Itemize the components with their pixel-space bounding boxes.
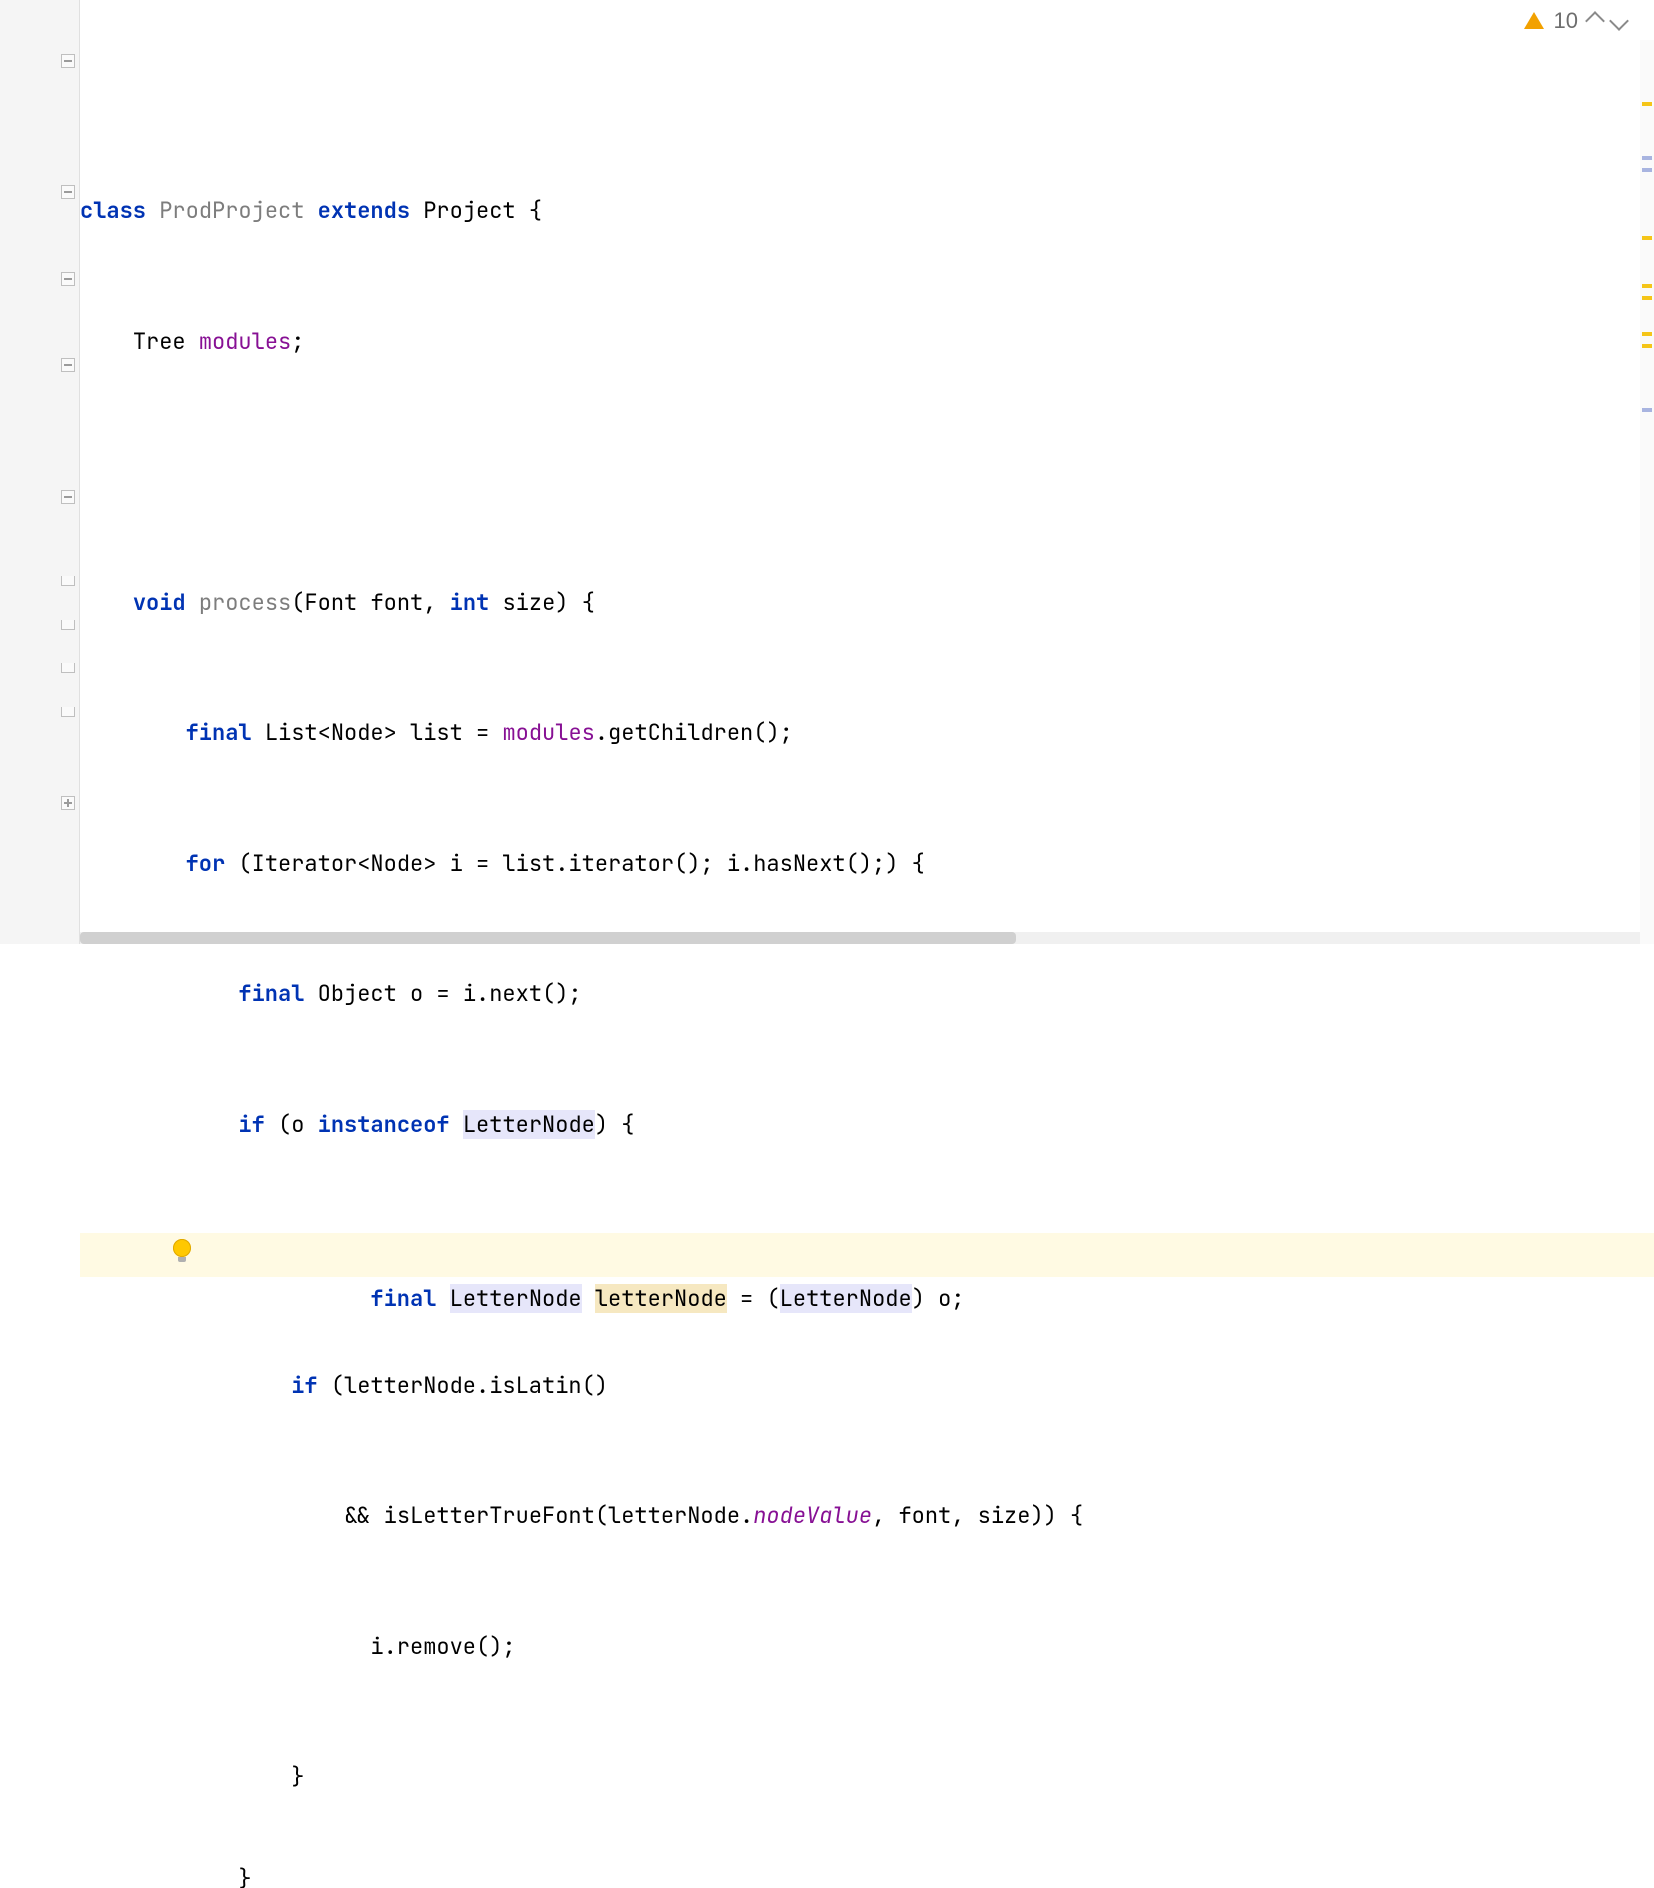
code-line: if (o instanceof LetterNode) { (80, 1103, 1654, 1147)
stripe-mark[interactable] (1642, 332, 1652, 336)
stripe-mark[interactable] (1642, 236, 1652, 240)
stripe-mark[interactable] (1642, 284, 1652, 288)
horizontal-scrollbar[interactable] (80, 932, 1640, 944)
gutter (0, 0, 80, 944)
stripe-mark[interactable] (1642, 168, 1652, 172)
code-line: void process(Font font, int size) { (80, 581, 1654, 625)
fold-toggle-icon[interactable] (61, 272, 75, 286)
warning-count: 10 (1554, 8, 1578, 34)
code-line: i.remove(); (80, 1625, 1654, 1669)
fold-end-icon[interactable] (61, 663, 75, 673)
code-line: final List<Node> list = modules.getChild… (80, 711, 1654, 755)
fold-toggle-icon[interactable] (61, 185, 75, 199)
code-line: for (Iterator<Node> i = list.iterator();… (80, 842, 1654, 886)
code-editor: class ProdProject extends Project { Tree… (0, 0, 1654, 944)
code-line: class ProdProject extends Project { (80, 189, 1654, 233)
chevron-up-icon[interactable] (1585, 11, 1605, 31)
stripe-mark[interactable] (1642, 102, 1652, 106)
code-line: && isLetterTrueFont(letterNode.nodeValue… (80, 1494, 1654, 1538)
scrollbar-thumb[interactable] (80, 932, 1016, 944)
code-line-highlighted: final LetterNode letterNode = (LetterNod… (80, 1233, 1654, 1277)
code-line: } (80, 1857, 1654, 1888)
code-text-area[interactable]: class ProdProject extends Project { Tree… (80, 0, 1654, 944)
stripe-mark[interactable] (1642, 344, 1652, 348)
intention-bulb-icon[interactable] (173, 1239, 191, 1265)
inspection-widget[interactable]: 10 (1524, 8, 1626, 34)
fold-toggle-icon[interactable] (61, 54, 75, 68)
code-line: Tree modules; (80, 320, 1654, 364)
fold-end-icon[interactable] (61, 576, 75, 586)
stripe-mark[interactable] (1642, 296, 1652, 300)
code-line: final Object o = i.next(); (80, 972, 1654, 1016)
fold-expand-icon[interactable] (61, 796, 75, 810)
warning-icon (1524, 12, 1544, 29)
fold-toggle-icon[interactable] (61, 358, 75, 372)
error-stripe[interactable] (1640, 40, 1654, 944)
fold-end-icon[interactable] (61, 707, 75, 717)
fold-end-icon[interactable] (61, 620, 75, 630)
code-line (80, 450, 1654, 494)
fold-toggle-icon[interactable] (61, 490, 75, 504)
stripe-mark[interactable] (1642, 408, 1652, 412)
code-line: if (letterNode.isLatin() (80, 1364, 1654, 1408)
chevron-down-icon[interactable] (1609, 11, 1629, 31)
stripe-mark[interactable] (1642, 156, 1652, 160)
code-line: } (80, 1755, 1654, 1799)
